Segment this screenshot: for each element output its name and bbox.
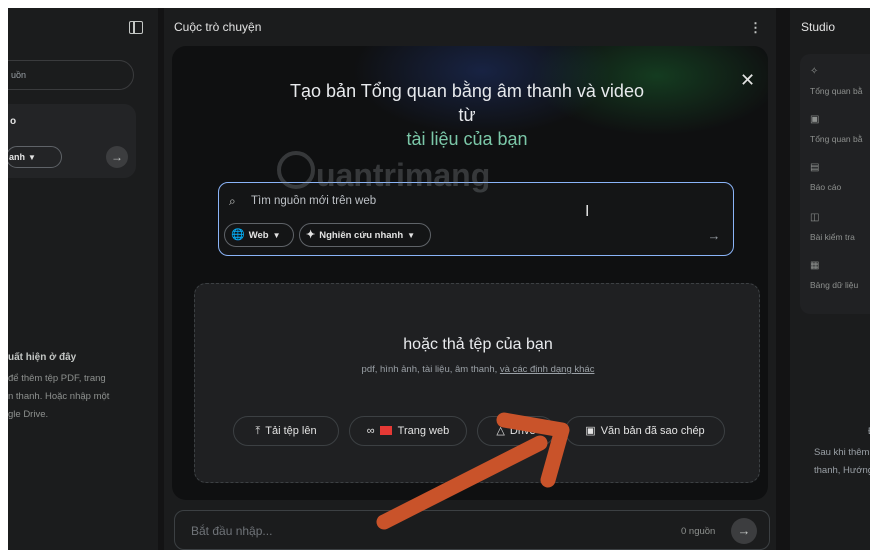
chevron-down-icon: ▼ bbox=[272, 231, 281, 240]
research-mode-label: Nghiên cứu nhanh bbox=[319, 230, 404, 241]
tool-report[interactable]: ▤ Báo cáo bbox=[810, 162, 841, 195]
clipboard-icon: ▣ bbox=[585, 425, 596, 437]
research-mode-dropdown[interactable]: ✦ Nghiên cứu nhanh ▼ bbox=[299, 223, 431, 247]
discover-sources-card: o anh ▼ → bbox=[8, 104, 136, 178]
tool-label: Tổng quan bằ bbox=[810, 86, 863, 96]
mode-dropdown[interactable]: anh ▼ bbox=[8, 146, 62, 168]
drive-icon: △ bbox=[496, 425, 505, 437]
card-title: o bbox=[10, 116, 17, 127]
data-table-icon: ▦ bbox=[810, 260, 820, 271]
studio-title: Studio bbox=[801, 20, 836, 34]
tool-label: Bài kiểm tra bbox=[810, 232, 855, 242]
copied-text-label: Văn bản đã sao chép bbox=[600, 425, 705, 437]
add-sources-dialog: ✕ Tạo bản Tổng quan bằng âm thanh và vid… bbox=[172, 46, 768, 500]
studio-empty-desc: Sau khi thêm thanh, Hướng bbox=[814, 447, 870, 476]
upload-label: Tải tệp lên bbox=[265, 425, 317, 437]
tool-data-table[interactable]: ▦ Bảng dữ liệu bbox=[810, 260, 858, 293]
chat-composer: 0 nguồn → bbox=[174, 510, 770, 550]
youtube-icon bbox=[379, 426, 392, 435]
source-type-dropdown[interactable]: 🌐 Web ▼ bbox=[224, 223, 294, 247]
upload-icon: ⤒ bbox=[255, 425, 261, 437]
mode-label: anh bbox=[9, 152, 26, 162]
drop-title: hoặc thả tệp của bạn bbox=[403, 336, 553, 353]
dialog-title-line2: từ bbox=[458, 105, 476, 125]
website-label: Trang web bbox=[397, 425, 450, 437]
audio-overview-icon: ✧ bbox=[810, 66, 819, 77]
tool-video-overview[interactable]: ▣ Tổng quan bằ bbox=[810, 114, 862, 147]
submit-arrow-icon[interactable]: → bbox=[106, 146, 128, 168]
drive-label: Drive bbox=[509, 425, 536, 437]
studio-panel: Studio ✧ Tổng quan bằ ▣ Tổng quan bằ ▤ B… bbox=[790, 8, 870, 550]
globe-icon: 🌐 bbox=[231, 229, 245, 241]
drop-formats: pdf, hình ảnh, tài liệu, âm thanh, bbox=[361, 364, 498, 375]
more-options-icon[interactable]: ⋮ bbox=[749, 20, 762, 36]
tool-label: Báo cáo bbox=[810, 182, 842, 192]
chevron-down-icon: ▼ bbox=[28, 153, 36, 162]
send-arrow-icon[interactable]: → bbox=[731, 518, 757, 544]
sources-panel: uồn o anh ▼ → uất hiện ở đây để thêm tệp … bbox=[8, 8, 158, 550]
drop-subtitle: pdf, hình ảnh, tài liệu, âm thanh, và cá… bbox=[195, 364, 761, 375]
report-icon: ▤ bbox=[810, 162, 820, 173]
app-window: uồn o anh ▼ → uất hiện ở đây để thêm tệp … bbox=[8, 8, 870, 550]
chat-input[interactable] bbox=[191, 522, 491, 540]
source-type-label: Web bbox=[248, 230, 269, 241]
upload-files-button[interactable]: ⤒ Tải tệp lên bbox=[233, 416, 339, 446]
quiz-icon: ◫ bbox=[810, 212, 820, 223]
search-icon: ⌕ bbox=[229, 194, 236, 208]
studio-tools: ✧ Tổng quan bằ ▣ Tổng quan bằ ▤ Báo cáo … bbox=[800, 54, 870, 314]
source-search-field[interactable]: uồn bbox=[8, 60, 134, 90]
tool-label: Tổng quan bằ bbox=[810, 134, 863, 144]
empty-sources-desc: để thêm tệp PDF, trang n thanh. Hoặc nhậ… bbox=[8, 373, 110, 420]
drive-button[interactable]: △ Drive bbox=[477, 416, 555, 446]
chat-panel: Cuộc trò chuyện ⋮ ✕ Tạo bản Tổng quan bằ… bbox=[164, 8, 776, 550]
video-overview-icon: ▣ bbox=[810, 114, 820, 125]
copied-text-button[interactable]: ▣ Văn bản đã sao chép bbox=[565, 416, 725, 446]
source-count: 0 nguồn bbox=[681, 526, 716, 537]
tool-audio-overview[interactable]: ✧ Tổng quan bằ bbox=[810, 66, 862, 99]
tool-quiz[interactable]: ◫ Bài kiểm tra bbox=[810, 212, 855, 245]
submit-arrow-icon[interactable]: → bbox=[703, 225, 725, 247]
link-icon: ∞ bbox=[366, 425, 375, 437]
chevron-down-icon: ▼ bbox=[407, 231, 416, 240]
dialog-title-line1: Tạo bản Tổng quan bằng âm thanh và video bbox=[290, 81, 644, 101]
web-search-input[interactable] bbox=[251, 192, 591, 210]
file-drop-zone[interactable]: hoặc thả tệp của bạn pdf, hình ảnh, tài … bbox=[194, 283, 760, 483]
tool-label: Bảng dữ liệu bbox=[810, 280, 859, 290]
sparkle-search-icon: ✦ bbox=[306, 229, 316, 241]
text-cursor-icon: I bbox=[585, 203, 590, 220]
more-formats-link[interactable]: và các định dạng khác bbox=[500, 364, 595, 375]
empty-sources-title: uất hiện ở đây bbox=[8, 352, 77, 363]
dialog-title: Tạo bản Tổng quan bằng âm thanh và video… bbox=[172, 79, 762, 127]
web-search-box: ⌕ I 🌐Web▼ ✦Nghiên cứu nhanh▼ → bbox=[218, 182, 734, 256]
chat-title: Cuộc trò chuyện bbox=[174, 20, 262, 34]
dialog-subtitle: tài liệu của bạn bbox=[406, 129, 528, 149]
collapse-panel-icon[interactable] bbox=[129, 21, 143, 34]
website-button[interactable]: ∞ Trang web bbox=[349, 416, 467, 446]
